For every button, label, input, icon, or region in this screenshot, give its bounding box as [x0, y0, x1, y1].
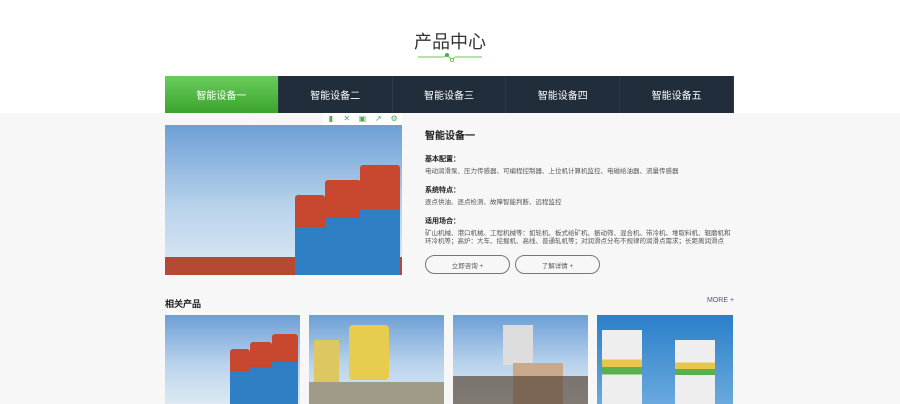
related-product-thumb[interactable]	[453, 315, 588, 404]
product-main-image	[165, 125, 402, 275]
related-product-thumb[interactable]	[165, 315, 300, 404]
product-info: 智能设备一 基本配置： 电动润滑泵、压力传感器、可编程控制器、上位机计算机监控、…	[425, 127, 735, 255]
section-heading: 适用场合：	[425, 218, 460, 225]
details-button[interactable]: 了解详情 +	[515, 255, 600, 274]
section-heading: 基本配置：	[425, 156, 460, 163]
page-title: 产品中心	[414, 32, 486, 52]
tab-device-5[interactable]: 智能设备五	[620, 76, 734, 113]
more-link[interactable]: MORE +	[707, 297, 734, 304]
related-product-thumb[interactable]	[597, 315, 733, 404]
section-heading: 系统特点：	[425, 187, 460, 194]
tab-device-2[interactable]: 智能设备二	[279, 76, 393, 113]
section-text: 电动润滑泵、压力传感器、可编程控制器、上位机计算机监控、电磁给油器、流量传感器	[425, 168, 679, 175]
image-toolbar: ▮ ✕ ▣ ↗ ⚙	[323, 113, 402, 125]
bookmark-icon[interactable]: ▮	[323, 113, 339, 125]
title-divider-icon	[418, 53, 482, 62]
settings-icon[interactable]: ⚙	[386, 113, 402, 125]
share-icon[interactable]: ↗	[370, 113, 386, 125]
tab-device-4[interactable]: 智能设备四	[506, 76, 621, 113]
related-title: 相关产品	[165, 299, 202, 309]
product-name: 智能设备一	[425, 131, 475, 142]
tab-device-1[interactable]: 智能设备一	[165, 76, 279, 113]
save-icon[interactable]: ▣	[355, 113, 371, 125]
section-text: 逐点供油、逐点检测、故障智能判断、远程监控	[425, 199, 562, 206]
tab-device-3[interactable]: 智能设备三	[393, 76, 507, 113]
consult-button[interactable]: 立即咨询 +	[425, 255, 510, 274]
close-icon[interactable]: ✕	[339, 113, 355, 125]
related-product-thumb[interactable]	[309, 315, 444, 404]
product-tabs: 智能设备一 智能设备二 智能设备三 智能设备四 智能设备五	[165, 76, 734, 113]
section-text: 矿山机械、港口机械、工程机械等：如轮机、板式给矿机、振动筛、混合机、带冷机、堆取…	[425, 230, 731, 245]
